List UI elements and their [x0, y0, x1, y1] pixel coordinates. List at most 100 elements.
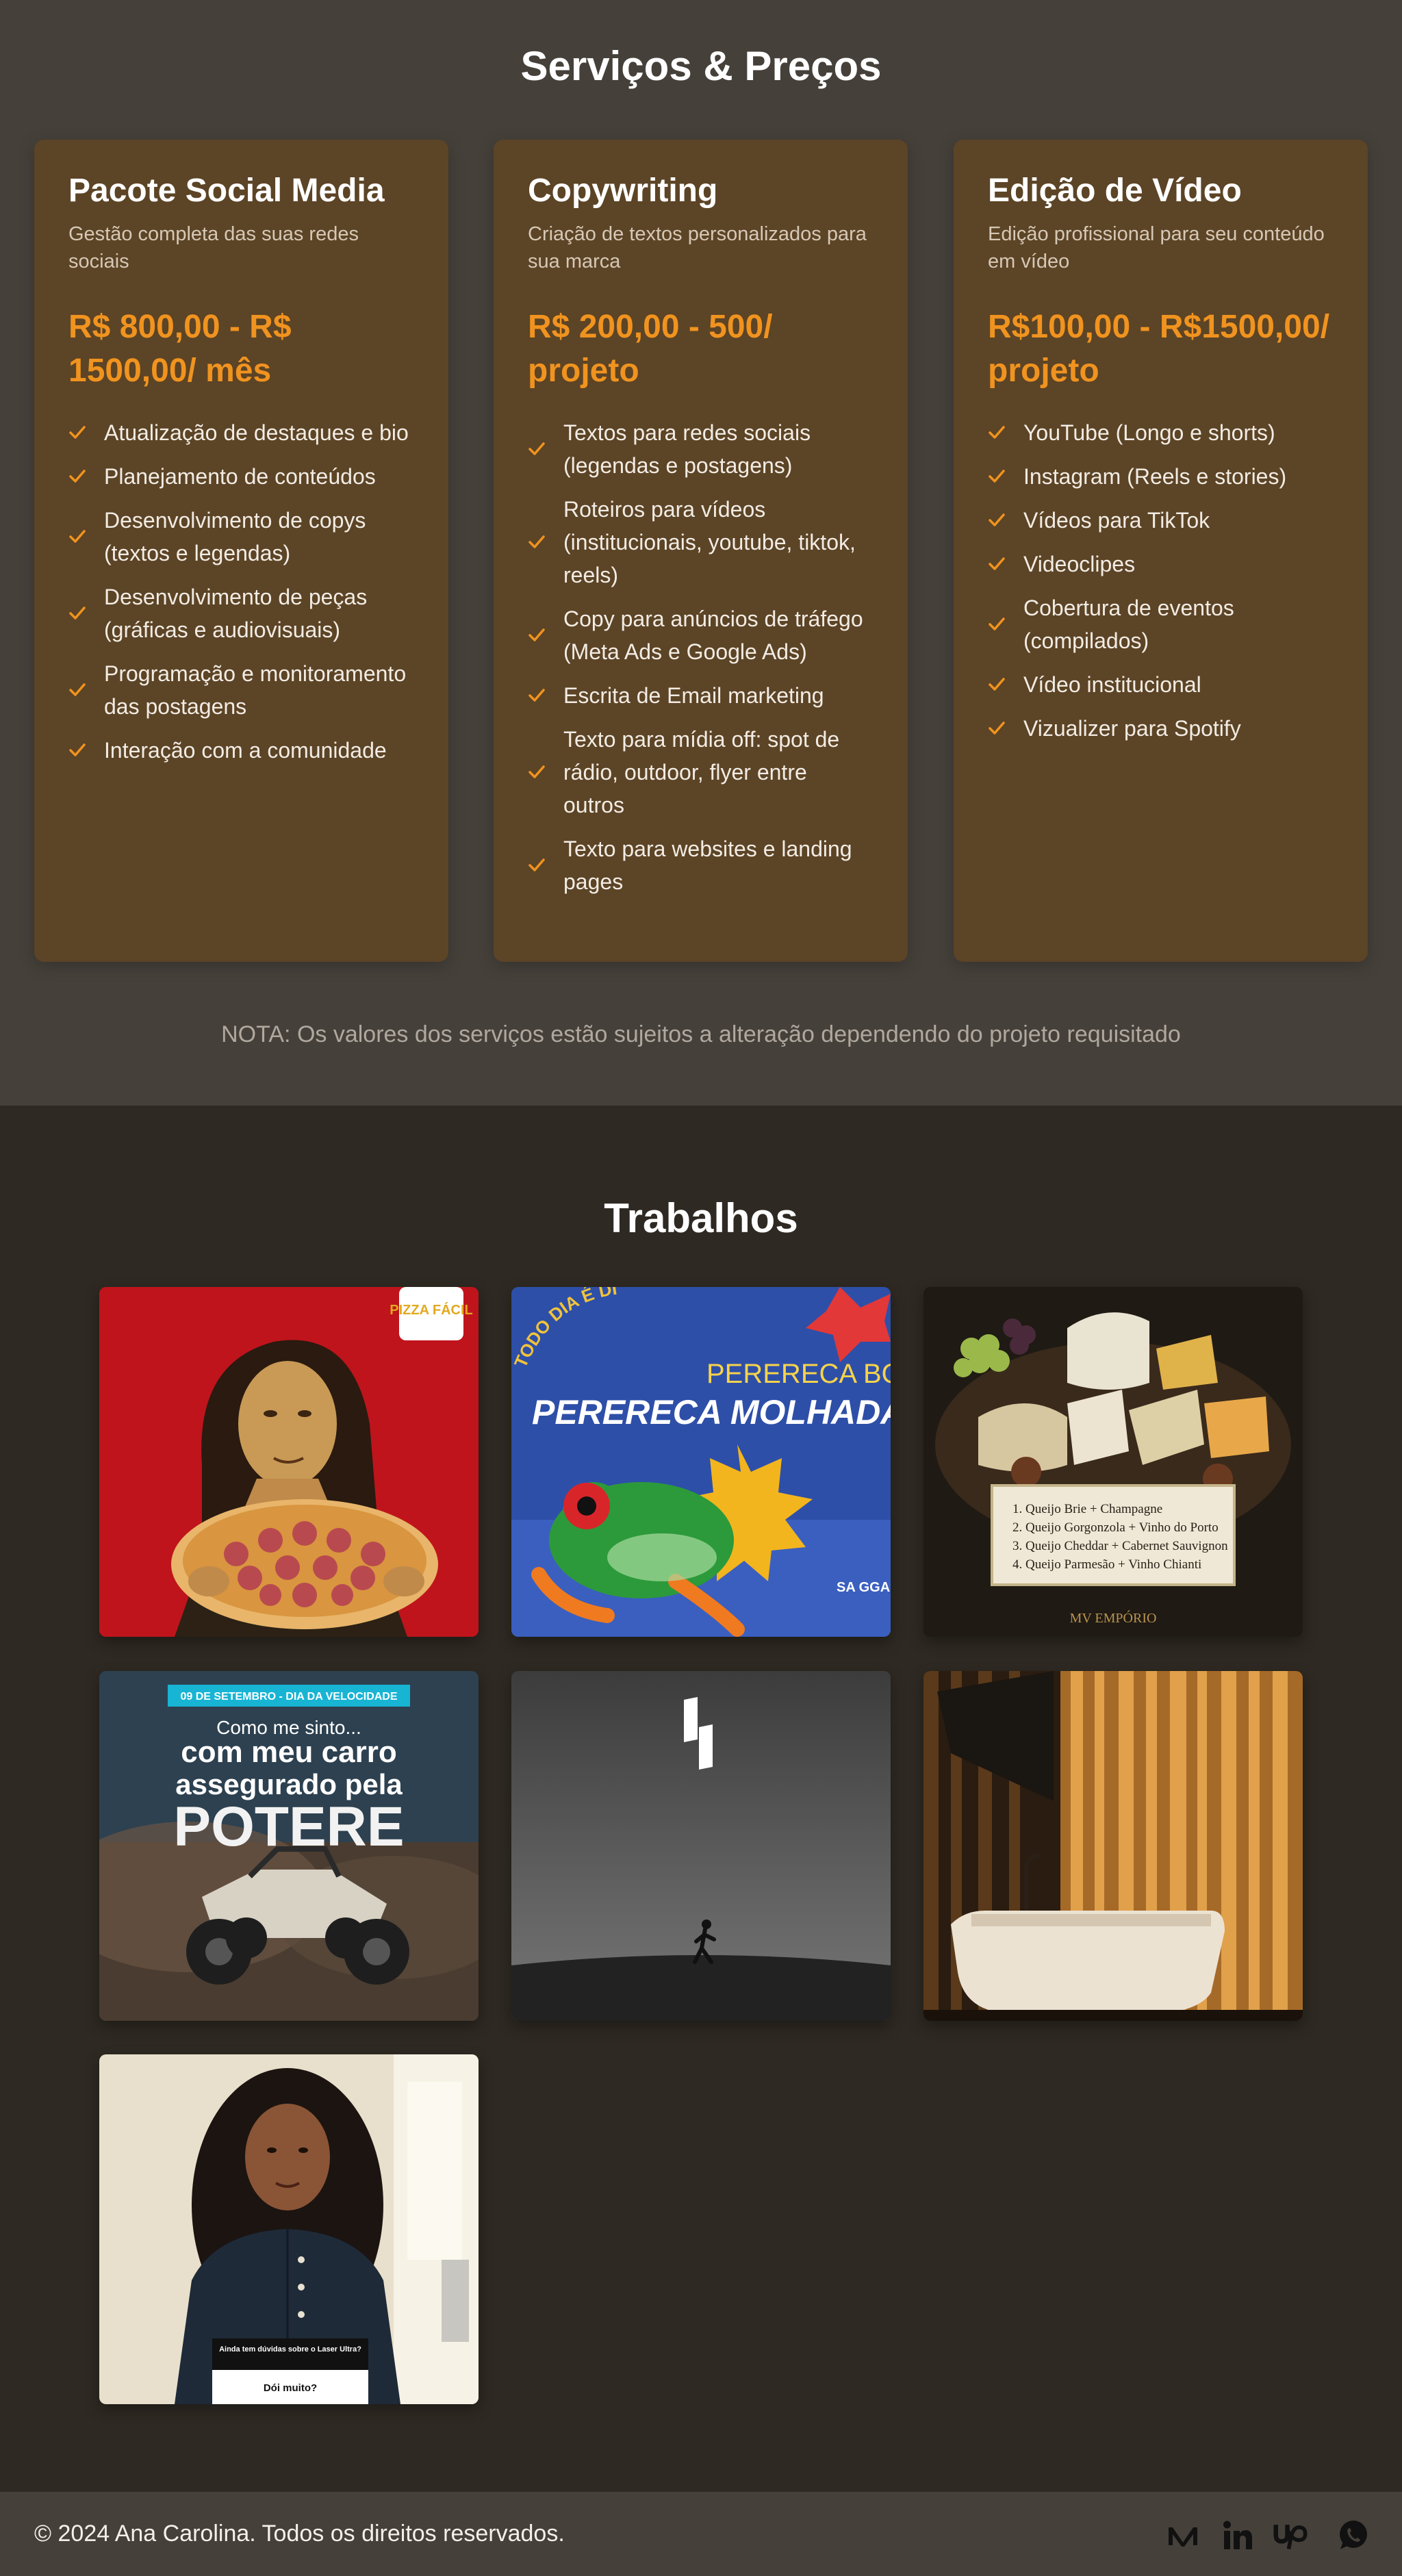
cheese-item-3: 3. Queijo Cheddar + Cabernet Sauvignon — [1012, 1539, 1228, 1553]
check-icon — [988, 511, 1006, 529]
linkedin-icon — [1223, 2521, 1252, 2549]
card-subtitle: Gestão completa das suas redes sociais — [68, 222, 359, 272]
car-artwork: 09 DE SETEMBRO - DIA DA VELOCIDADE Como … — [99, 1671, 479, 2021]
copyright-text: © 2024 Ana Carolina. Todos os direitos r… — [34, 2521, 565, 2547]
feature-item: Copy para anúncios de tráfego (Meta Ads … — [528, 602, 874, 668]
feature-item: Texto para websites e landing pages — [528, 832, 874, 898]
portrait-artwork: Ainda tem dúvidas sobre o Laser Ultra? D… — [99, 2054, 479, 2404]
footer: © 2024 Ana Carolina. Todos os direitos r… — [0, 2492, 1402, 2576]
feature-item: Cobertura de eventos (compilados) — [988, 591, 1334, 657]
frog-brand: SA GGA RI BAE — [837, 1580, 891, 1595]
check-icon — [528, 626, 546, 644]
check-icon — [68, 528, 86, 546]
medium-link[interactable] — [1164, 2516, 1202, 2555]
frog-line-2: PERERECA MOLHADA! — [532, 1393, 891, 1431]
feature-text: Roteiros para vídeos (institucionais, yo… — [563, 496, 856, 587]
check-icon — [68, 741, 86, 759]
cheese-item-1: 1. Queijo Brie + Champagne — [1012, 1502, 1162, 1516]
work-pizza-mona-lisa[interactable]: PIZZA FÁCIL — [99, 1287, 479, 1637]
feature-item: Planejamento de conteúdos — [68, 460, 414, 493]
bathtub-artwork — [923, 1671, 1303, 2021]
card-title: Edição de Vídeo — [988, 173, 1242, 209]
feature-item: Programação e monitoramento das postagen… — [68, 657, 414, 723]
upwork-link[interactable] — [1273, 2516, 1312, 2555]
check-icon — [68, 681, 86, 699]
feature-text: Texto para mídia off: spot de rádio, out… — [563, 726, 840, 817]
card-subtitle: Criação de textos personalizados para su… — [528, 222, 867, 272]
feature-text: Desenvolvimento de copys (textos e legen… — [104, 507, 366, 565]
card-price: R$100,00 - R$1500,00/ projeto — [988, 308, 1330, 389]
feature-item: Vídeos para TikTok — [988, 504, 1334, 537]
check-icon — [988, 719, 1006, 737]
feature-list: YouTube (Longo e shorts) Instagram (Reel… — [988, 416, 1334, 745]
car-line-2: com meu carro — [181, 1735, 396, 1769]
feature-text: Atualização de destaques e bio — [104, 420, 409, 445]
feature-item: Texto para mídia off: spot de rádio, out… — [528, 723, 874, 821]
portrait-question: Ainda tem dúvidas sobre o Laser Ultra? — [219, 2345, 361, 2354]
frog-line-1: PERERECA BOA É — [706, 1358, 891, 1389]
feature-text: Copy para anúncios de tráfego (Meta Ads … — [563, 606, 863, 664]
check-icon — [988, 676, 1006, 693]
feature-text: Escrita de Email marketing — [563, 683, 824, 708]
check-icon — [528, 533, 546, 551]
feature-text: Desenvolvimento de peças (gráficas e aud… — [104, 584, 368, 642]
feature-item: Escrita de Email marketing — [528, 679, 874, 712]
check-icon — [528, 687, 546, 704]
feature-item: Desenvolvimento de peças (gráficas e aud… — [68, 581, 414, 646]
work-potere-car[interactable]: 09 DE SETEMBRO - DIA DA VELOCIDADE Como … — [99, 1671, 479, 2021]
feature-text: Vídeos para TikTok — [1023, 507, 1210, 533]
check-icon — [68, 604, 86, 622]
service-card-copywriting: Copywriting Criação de textos personaliz… — [494, 140, 908, 962]
check-icon — [68, 468, 86, 485]
work-runner[interactable] — [511, 1671, 891, 2021]
check-icon — [988, 615, 1006, 633]
feature-text: Vizualizer para Spotify — [1023, 715, 1241, 741]
feature-item: Vídeo institucional — [988, 668, 1334, 701]
feature-item: Roteiros para vídeos (institucionais, yo… — [528, 493, 874, 591]
feature-item: Vizualizer para Spotify — [988, 712, 1334, 745]
upwork-icon — [1273, 2525, 1308, 2550]
feature-text: Vídeo institucional — [1023, 672, 1201, 697]
linkedin-link[interactable] — [1219, 2516, 1257, 2555]
feature-text: Planejamento de conteúdos — [104, 463, 376, 489]
services-section: Serviços & Preços Pacote Social Media Ge… — [0, 0, 1402, 1106]
pricing-note: NOTA: Os valores dos serviços estão suje… — [221, 1021, 1181, 1047]
portrait-answer: Dói muito? — [264, 2382, 317, 2394]
feature-item: Textos para redes sociais (legendas e po… — [528, 416, 874, 482]
cheese-artwork: 1. Queijo Brie + Champagne 2. Queijo Gor… — [923, 1287, 1303, 1637]
card-title: Copywriting — [528, 173, 718, 209]
pizza-artwork: PIZZA FÁCIL — [99, 1287, 479, 1637]
pizza-badge: PIZZA FÁCIL — [390, 1302, 472, 1318]
whatsapp-link[interactable] — [1334, 2516, 1372, 2555]
work-portrait-laser[interactable]: Ainda tem dúvidas sobre o Laser Ultra? D… — [99, 2054, 479, 2404]
service-card-social-media: Pacote Social Media Gestão completa das … — [34, 140, 448, 962]
feature-text: Cobertura de eventos (compilados) — [1023, 595, 1234, 653]
cheese-item-4: 4. Queijo Parmesão + Vinho Chianti — [1012, 1557, 1201, 1572]
check-icon — [528, 856, 546, 874]
card-title: Pacote Social Media — [68, 173, 385, 209]
car-banner: 09 DE SETEMBRO - DIA DA VELOCIDADE — [180, 1691, 397, 1703]
feature-item: Desenvolvimento de copys (textos e legen… — [68, 504, 414, 570]
check-icon — [988, 424, 1006, 442]
services-title: Serviços & Preços — [520, 43, 882, 89]
feature-list: Textos para redes sociais (legendas e po… — [528, 416, 874, 898]
card-subtitle: Edição profissional para seu conteúdo em… — [988, 222, 1325, 272]
runner-artwork — [511, 1671, 891, 2021]
feature-text: Texto para websites e landing pages — [563, 836, 852, 894]
works-title: Trabalhos — [604, 1195, 798, 1241]
card-price: R$ 200,00 - 500/ projeto — [528, 308, 773, 389]
feature-item: Instagram (Reels e stories) — [988, 460, 1334, 493]
work-cheese-emporio[interactable]: 1. Queijo Brie + Champagne 2. Queijo Gor… — [923, 1287, 1303, 1637]
feature-item: Interação com a comunidade — [68, 734, 414, 767]
feature-item: Videoclipes — [988, 548, 1334, 581]
feature-text: Programação e monitoramento das postagen… — [104, 661, 407, 719]
check-icon — [68, 424, 86, 442]
check-icon — [528, 440, 546, 458]
work-frog-poster[interactable]: TODO DIA É DIA DE FEIRA! PERERECA BOA É … — [511, 1287, 891, 1637]
work-bathtub[interactable] — [923, 1671, 1303, 2021]
card-price: R$ 800,00 - R$ 1500,00/ mês — [68, 308, 292, 389]
cheese-brand: MV EMPÓRIO — [1070, 1609, 1157, 1626]
check-icon — [988, 555, 1006, 573]
service-card-video-editing: Edição de Vídeo Edição profissional para… — [954, 140, 1368, 962]
check-icon — [988, 468, 1006, 485]
